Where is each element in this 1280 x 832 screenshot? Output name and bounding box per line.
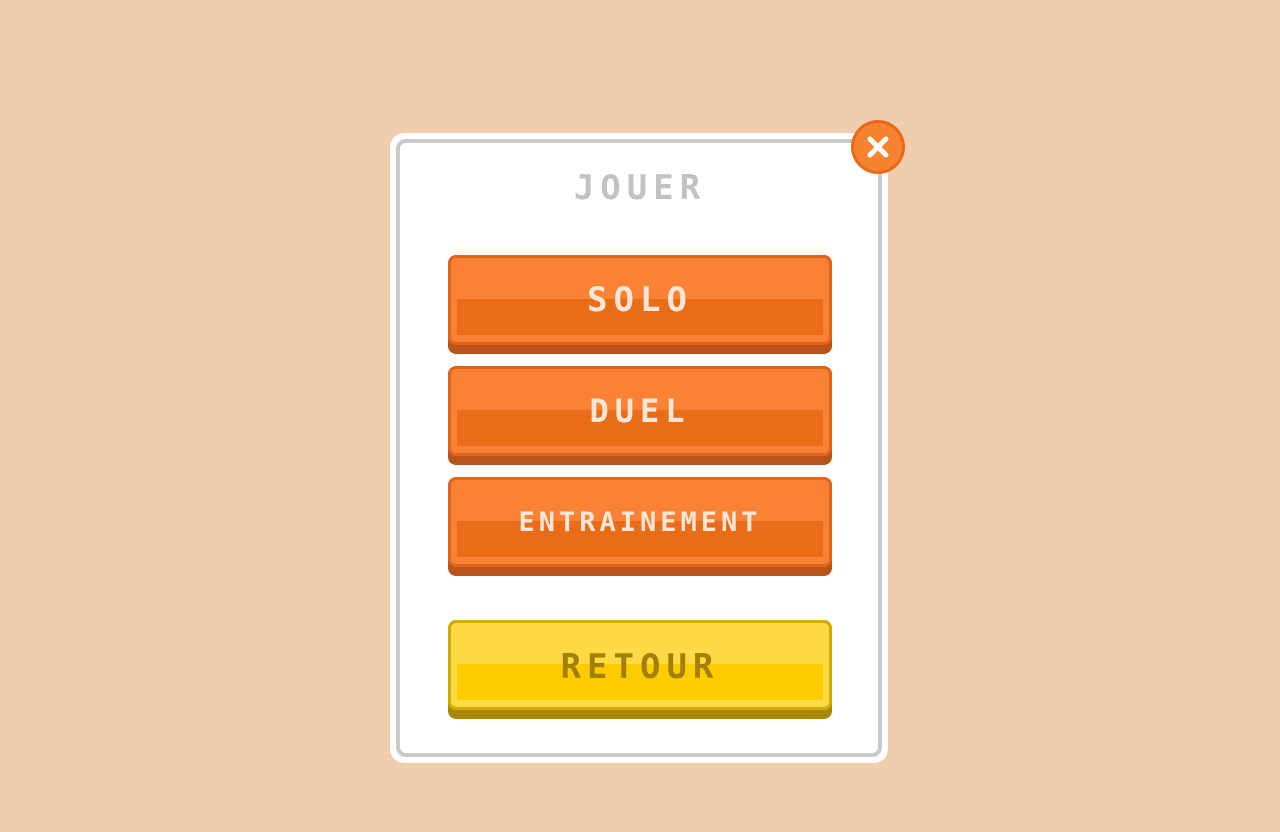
duel-button[interactable]: DUEL [448, 366, 832, 465]
dialog-title: JOUER [573, 168, 707, 208]
close-button[interactable] [851, 120, 905, 174]
back-button[interactable]: RETOUR [448, 620, 832, 719]
back-button-label: RETOUR [560, 647, 720, 687]
solo-button[interactable]: SOLO [448, 255, 832, 354]
training-button[interactable]: ENTRAINEMENT [448, 477, 832, 576]
close-x-icon [867, 136, 889, 158]
solo-button-label: SOLO [587, 280, 693, 320]
duel-button-label: DUEL [589, 392, 691, 430]
training-button-label: ENTRAINEMENT [518, 506, 762, 538]
